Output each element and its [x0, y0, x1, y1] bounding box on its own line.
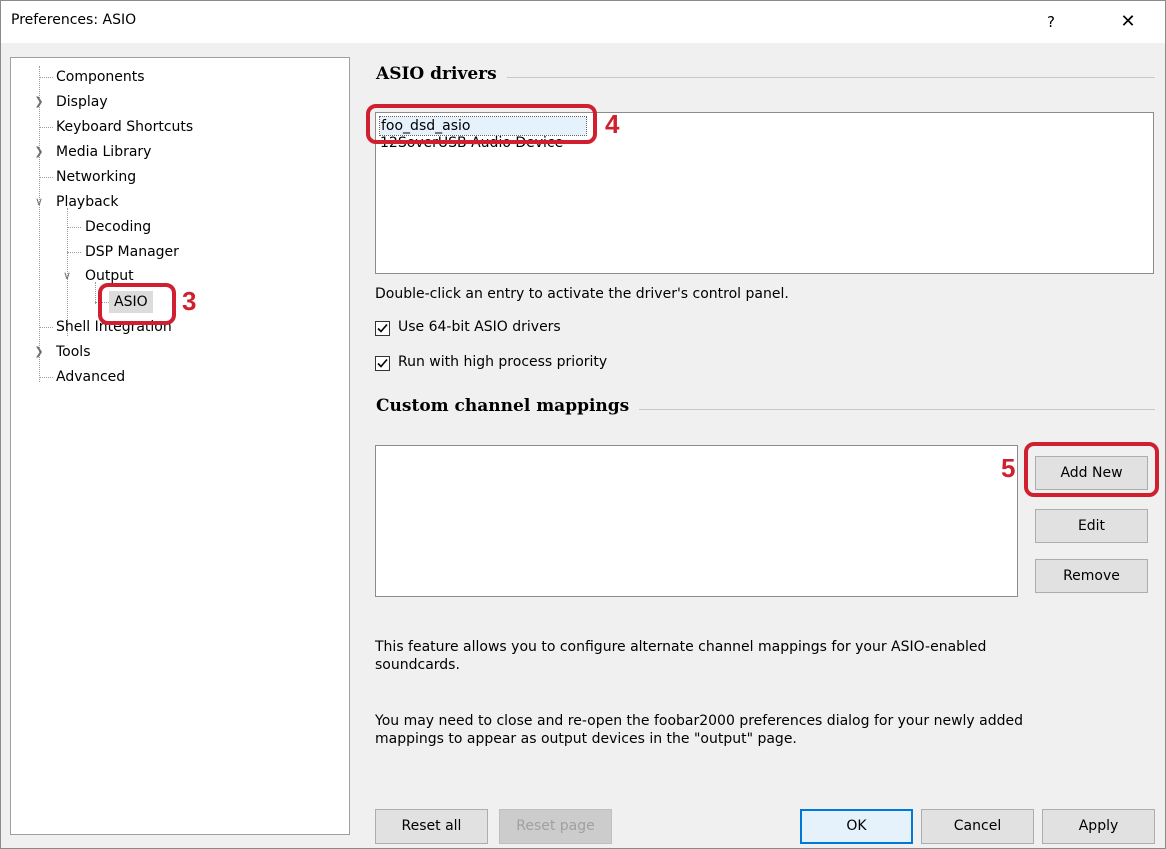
high-priority-label[interactable]: Run with high process priority	[398, 354, 607, 370]
tree-item-advanced[interactable]: Advanced	[56, 366, 125, 388]
tree-connector	[39, 377, 53, 378]
tree-item-components[interactable]: Components	[56, 66, 145, 88]
preferences-tree[interactable]: ❯ ❯ ∨ ∨ ❯ Components Display Keyboard Sh…	[10, 57, 350, 835]
checkmark-icon	[377, 358, 388, 368]
annotation-number-5: 5	[1001, 453, 1016, 483]
preferences-window: Preferences: ASIO ? ✕ ❯ ❯ ∨ ∨ ❯ Componen…	[0, 0, 1166, 849]
tree-item-media-library[interactable]: Media Library	[56, 141, 151, 163]
expand-chevron-icon[interactable]: ❯	[33, 341, 45, 363]
expand-chevron-icon[interactable]: ❯	[33, 141, 45, 163]
annotation-callout-box	[1024, 442, 1159, 497]
apply-button[interactable]: Apply	[1042, 809, 1155, 844]
drivers-hint-text: Double-click an entry to activate the dr…	[375, 286, 789, 302]
help-button[interactable]: ?	[1031, 7, 1071, 37]
expand-chevron-icon[interactable]: ❯	[33, 91, 45, 113]
cancel-button[interactable]: Cancel	[921, 809, 1034, 844]
remove-button[interactable]: Remove	[1035, 559, 1148, 593]
annotation-number-4: 4	[605, 109, 620, 139]
reset-page-button: Reset page	[499, 809, 612, 844]
title-bar: Preferences: ASIO ? ✕	[1, 1, 1165, 43]
ok-button[interactable]: OK	[800, 809, 913, 844]
use-64bit-checkbox[interactable]	[375, 321, 390, 336]
edit-button[interactable]: Edit	[1035, 509, 1148, 543]
collapse-chevron-icon[interactable]: ∨	[33, 191, 45, 213]
annotation-number-3: 3	[182, 286, 197, 316]
close-button[interactable]: ✕	[1108, 7, 1148, 37]
tree-item-networking[interactable]: Networking	[56, 166, 136, 188]
tree-item-playback[interactable]: Playback	[56, 191, 118, 213]
tree-item-dsp-manager[interactable]: DSP Manager	[85, 241, 179, 263]
reset-all-button[interactable]: Reset all	[375, 809, 488, 844]
tree-item-display[interactable]: Display	[56, 91, 108, 113]
tree-guide	[39, 66, 40, 382]
high-priority-checkbox[interactable]	[375, 356, 390, 371]
annotation-callout-box	[366, 104, 597, 144]
mappings-reopen-note: You may need to close and re-open the fo…	[375, 713, 1023, 747]
window-title: Preferences: ASIO	[11, 12, 137, 28]
tree-connector	[39, 127, 53, 128]
channel-mappings-list[interactable]	[375, 445, 1018, 597]
use-64bit-label[interactable]: Use 64-bit ASIO drivers	[398, 319, 561, 335]
collapse-chevron-icon[interactable]: ∨	[61, 265, 73, 287]
asio-drivers-heading: ASIO drivers	[376, 64, 507, 84]
tree-connector	[39, 77, 53, 78]
mappings-description: This feature allows you to configure alt…	[375, 639, 987, 673]
tree-connector	[67, 227, 81, 228]
tree-item-decoding[interactable]: Decoding	[85, 216, 151, 238]
channel-mappings-heading: Custom channel mappings	[376, 396, 640, 416]
tree-item-tools[interactable]: Tools	[56, 341, 91, 363]
tree-item-keyboard-shortcuts[interactable]: Keyboard Shortcuts	[56, 116, 193, 138]
checkmark-icon	[377, 323, 388, 333]
tree-connector	[39, 327, 53, 328]
tree-connector	[39, 177, 53, 178]
tree-connector	[67, 252, 81, 253]
annotation-callout-box	[98, 283, 176, 325]
